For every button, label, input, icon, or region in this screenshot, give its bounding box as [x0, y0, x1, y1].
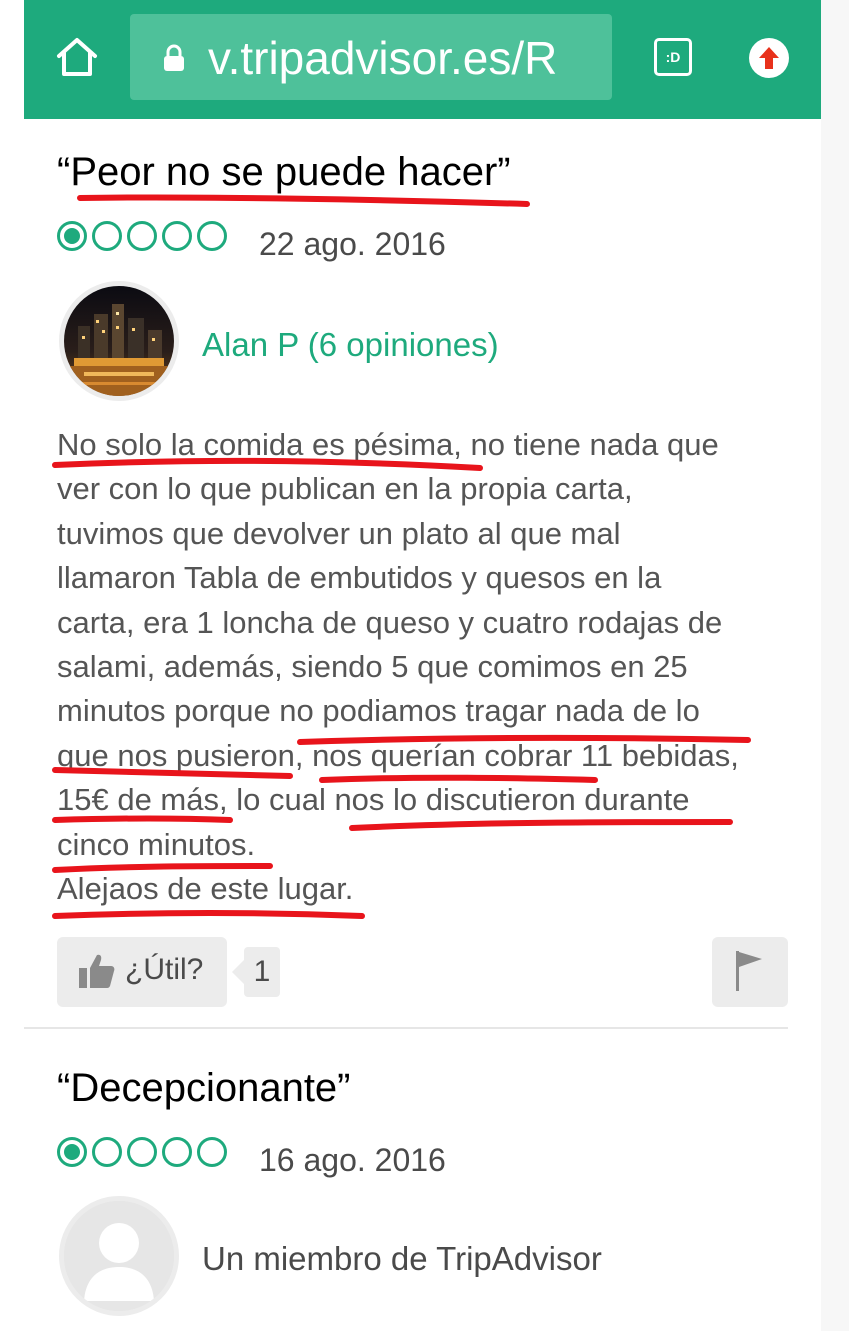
- avatar-placeholder-icon: [64, 1201, 174, 1311]
- rating-bubbles: [57, 1137, 232, 1175]
- rating-bubble-icon: [162, 1137, 192, 1167]
- rating-bubble-icon: [127, 1137, 157, 1167]
- review-date: 16 ago. 2016: [259, 1142, 446, 1178]
- rating-bubble-icon: [57, 1137, 87, 1167]
- avatar[interactable]: [59, 1196, 179, 1316]
- review-title[interactable]: “Decepcionante”: [57, 1066, 351, 1111]
- review-card: “Decepcionante” 16 ago. 2016 Un miembro …: [57, 0, 797, 1331]
- right-gutter: [821, 0, 849, 1331]
- rating-bubble-icon: [197, 1137, 227, 1167]
- left-gutter: [0, 0, 24, 1331]
- reviewer-name: Un miembro de TripAdvisor: [202, 1240, 602, 1277]
- rating-bubble-icon: [92, 1137, 122, 1167]
